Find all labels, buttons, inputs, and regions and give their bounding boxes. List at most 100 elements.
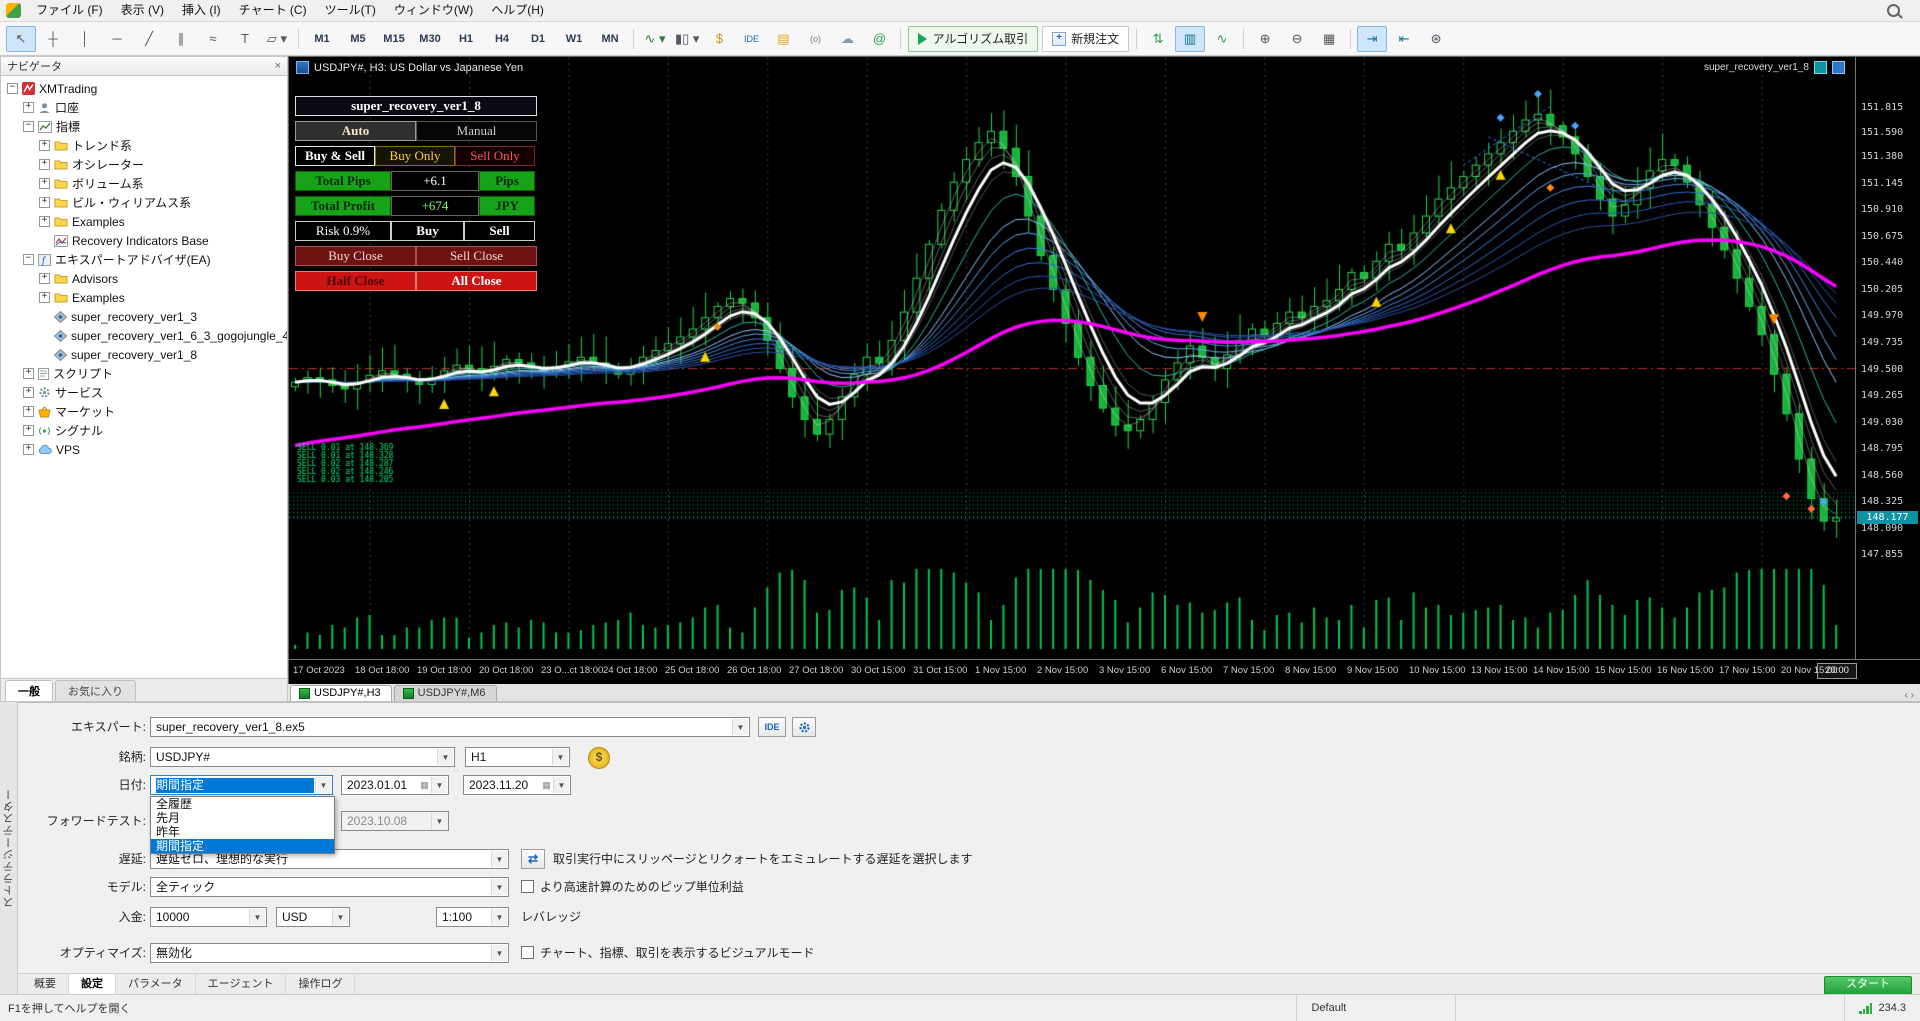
market-basket-icon[interactable]: ▤ [768,26,798,52]
tree-item--[interactable]: + シグナル [1,421,287,440]
chevron-down-icon[interactable]: ▼ [491,945,507,961]
timeframe-h1[interactable]: H1 [449,26,483,52]
timeframe-h4[interactable]: H4 [485,26,519,52]
undock-panel-icon[interactable]: ⇤ [1389,26,1419,52]
chevron-down-icon[interactable]: ▼ [431,813,447,829]
ea-status-icon[interactable] [1814,61,1827,74]
tester-tab-inactive[interactable]: パラメータ [116,974,196,994]
period-combo[interactable]: H1 ▼ [465,747,570,767]
start-button[interactable]: スタート [1824,976,1912,995]
chevron-down-icon[interactable]: ▼ [491,851,507,867]
dropdown-option-item[interactable]: 全履歴 [151,797,334,811]
price-axis[interactable]: 151.815 151.590 151.380 151.145 150.910 150.6… [1855,57,1920,659]
buy-sell-button[interactable]: Buy & Sell [295,146,375,166]
search-icon[interactable] [1887,4,1900,17]
tree-item-vps[interactable]: + VPS [1,440,287,459]
crosshair-tool-icon[interactable]: ┼ [38,26,68,52]
tree-item--[interactable]: + ビル・ウィリアムス系 [1,193,287,212]
plus-expander-icon[interactable]: + [23,425,34,436]
tree-item-super_recovery_ver1_8[interactable]: super_recovery_ver1_8 [1,345,287,364]
plus-expander-icon[interactable]: + [23,387,34,398]
navigator-tab-active[interactable]: 一般 [5,680,53,701]
tree-item-super_recovery_ver1_6_3_gogojungle_46[interactable]: super_recovery_ver1_6_3_gogojungle_46 [1,326,287,345]
timeframe-m15[interactable]: M15 [377,26,411,52]
status-profile[interactable]: Default [1296,995,1455,1021]
chart-settings-icon[interactable]: ⊛ [1421,26,1451,52]
plus-expander-icon[interactable]: + [39,292,50,303]
expert-combo[interactable]: super_recovery_ver1_8.ex5 ▼ [150,717,750,737]
tester-tab-inactive[interactable]: エージェント [196,974,287,994]
tree-item-examples[interactable]: + Examples [1,212,287,231]
tab-scroll-icons[interactable]: ‹ › [1899,690,1920,701]
tester-settings-button[interactable] [792,717,816,737]
tester-tab-inactive[interactable]: 概要 [22,974,69,994]
tester-tab-active[interactable]: 設定 [69,974,116,994]
text-tool-icon[interactable]: T [230,26,260,52]
sell-button[interactable]: Sell [464,221,535,241]
trendline-tool-icon[interactable]: ╱ [134,26,164,52]
currency-coin-icon[interactable]: $ [704,26,734,52]
chevron-down-icon[interactable]: ▼ [431,777,447,793]
dropdown-option-item[interactable]: 先月 [151,811,334,825]
delay-settings-icon[interactable]: ⇄ [521,849,545,869]
half-close-button[interactable]: Half Close [295,271,416,291]
timeframe-mn[interactable]: MN [593,26,627,52]
plus-expander-icon[interactable]: + [39,216,50,227]
optimize-combo[interactable]: 無効化 ▼ [150,943,509,963]
tree-item-xmtrading[interactable]: − XMTrading [1,79,287,98]
tester-ide-button[interactable]: IDE [758,717,786,737]
visual-mode-checkbox[interactable] [521,946,534,959]
tester-side-label[interactable]: ストラテジーテスター [0,702,18,994]
plus-expander-icon[interactable]: + [39,197,50,208]
minus-expander-icon[interactable]: − [23,121,34,132]
leverage-combo[interactable]: 1:100 ▼ [436,907,509,927]
tree-item--[interactable]: − 指標 [1,117,287,136]
risk-button[interactable]: Risk 0.9% [295,221,391,241]
chevron-down-icon[interactable]: ▼ [249,909,265,925]
model-combo[interactable]: 全ティック ▼ [150,877,509,897]
chevron-down-icon[interactable]: ▼ [732,719,748,735]
buy-close-button[interactable]: Buy Close [295,246,416,266]
tree-item--ea-[interactable]: − f エキスパートアドバイザ(EA) [1,250,287,269]
plus-expander-icon[interactable]: + [23,444,34,455]
forward-date-field[interactable]: 2023.10.08 ▼ [341,811,449,831]
menu-item-3[interactable]: チャート (C) [230,0,316,21]
symbol-properties-coin-icon[interactable]: $ [588,747,610,769]
tree-item--[interactable]: + トレンド系 [1,136,287,155]
vertical-line-tool-icon[interactable]: │ [70,26,100,52]
plus-expander-icon[interactable]: + [23,406,34,417]
tick-chart-icon[interactable]: ∿ [1207,26,1237,52]
chevron-down-icon[interactable]: ▼ [552,749,568,765]
sort-updown-icon[interactable]: ⇅ [1143,26,1173,52]
timeframe-m30[interactable]: M30 [413,26,447,52]
dropdown-option-selected[interactable]: 期間指定 [151,839,334,853]
plus-expander-icon[interactable]: + [39,178,50,189]
tree-item--[interactable]: + オシレーター [1,155,287,174]
buy-only-button[interactable]: Buy Only [375,146,455,166]
plus-expander-icon[interactable]: + [23,102,34,113]
tree-item--[interactable]: + 口座 [1,98,287,117]
market-depth-icon[interactable]: ▥ [1175,25,1206,52]
chart-tab-usdjpy-h3[interactable]: USDJPY#,H3 [290,685,392,701]
tree-item-recovery-indicators-base[interactable]: Recovery Indicators Base [1,231,287,250]
date-mode-combo[interactable]: 期間指定 ▼ [150,775,333,795]
date-from-field[interactable]: 2023.01.01 ▦ ▼ [341,775,449,795]
chevron-down-icon[interactable]: ▼ [553,777,569,793]
plus-expander-icon[interactable]: + [39,140,50,151]
deposit-combo[interactable]: 10000 ▼ [150,907,267,927]
fibonacci-tool-icon[interactable]: ≈ [198,26,228,52]
horizontal-line-tool-icon[interactable]: ─ [102,26,132,52]
tree-item-advisors[interactable]: + Advisors [1,269,287,288]
sell-close-button[interactable]: Sell Close [416,246,537,266]
tree-item--[interactable]: + ボリューム系 [1,174,287,193]
cloud-icon[interactable]: ☁ [832,26,862,52]
all-close-button[interactable]: All Close [416,271,537,291]
calendar-icon[interactable]: ▦ [541,780,552,791]
timeframe-w1[interactable]: W1 [557,26,591,52]
channel-tool-icon[interactable]: ∥ [166,26,196,52]
menu-item-4[interactable]: ツール(T) [316,0,385,21]
buy-button[interactable]: Buy [391,221,464,241]
tree-item-examples[interactable]: + Examples [1,288,287,307]
dropdown-option-item[interactable]: 昨年 [151,825,334,839]
symbol-combo[interactable]: USDJPY# ▼ [150,747,455,767]
